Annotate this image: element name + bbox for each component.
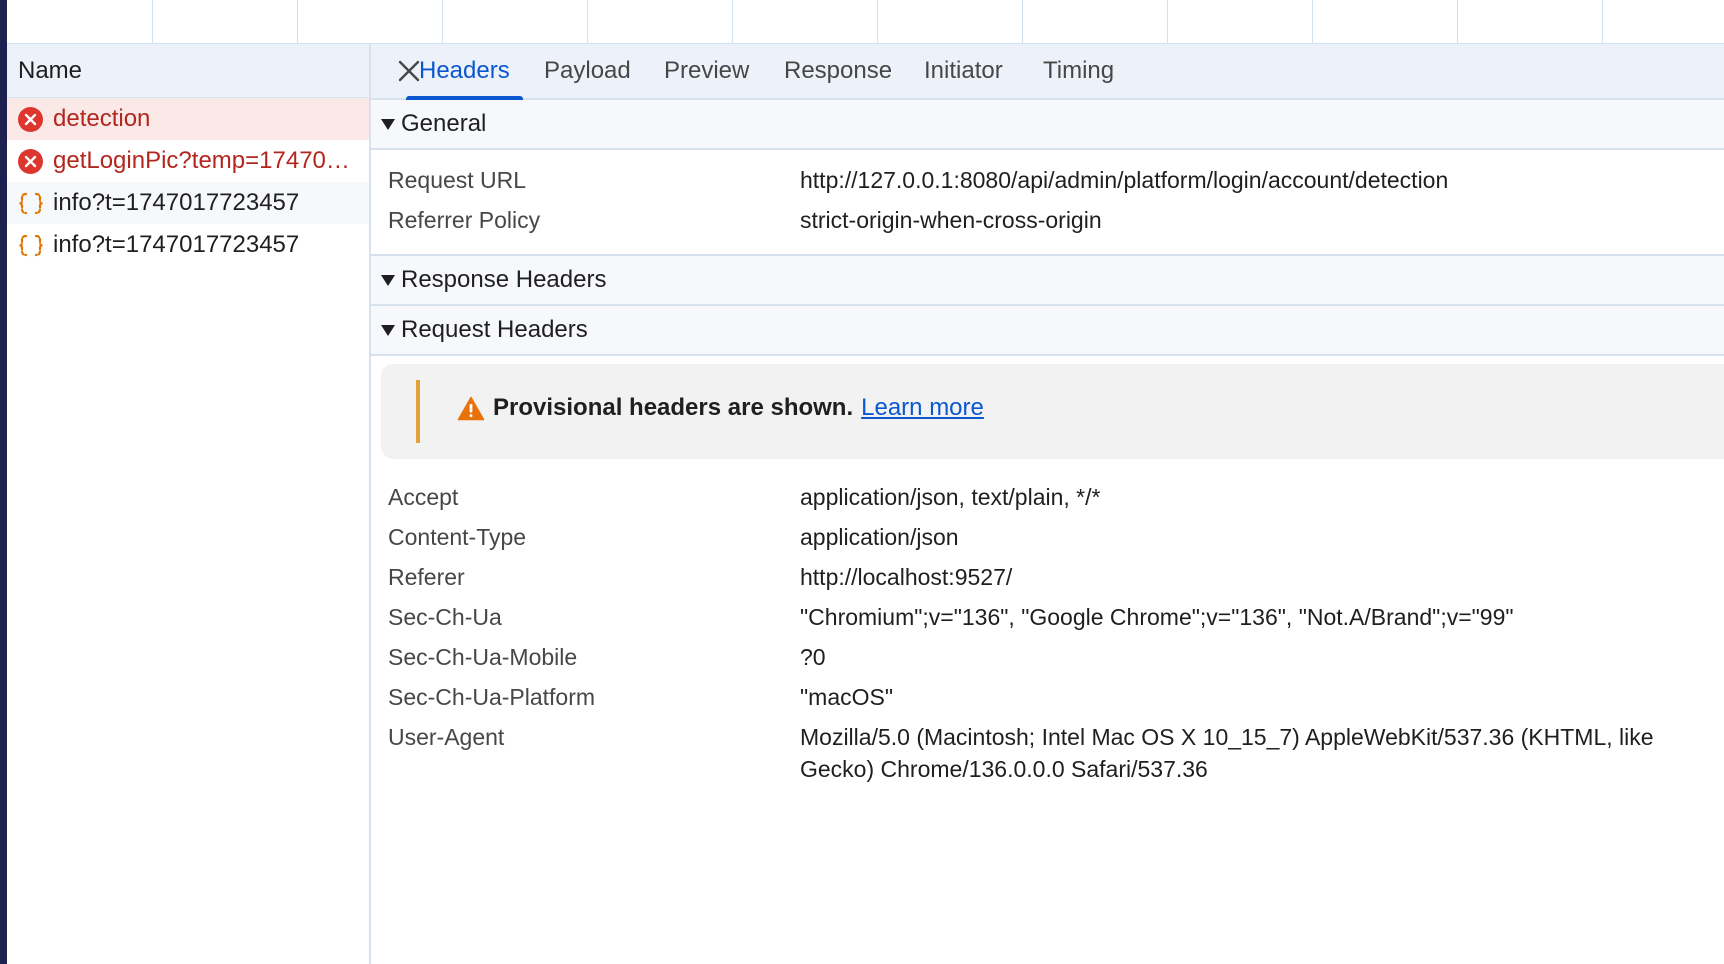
tab-response[interactable]: Response [771, 44, 905, 98]
header-value: http://127.0.0.1:8080/api/admin/platform… [800, 167, 1449, 193]
timeline-tick [587, 0, 588, 44]
header-value: application/json [800, 524, 959, 550]
header-value: ?0 [800, 644, 826, 670]
error-icon [18, 106, 43, 132]
header-row: Request URL http://127.0.0.1:8080/api/ad… [371, 164, 1724, 196]
section-title: General [401, 110, 487, 137]
tab-preview[interactable]: Preview [651, 44, 762, 98]
request-name: detection [53, 105, 151, 132]
name-column-label: Name [18, 56, 83, 84]
header-row: User-Agent Mozilla/5.0 (Macintosh; Intel… [371, 721, 1724, 785]
header-row: Sec-Ch-Ua "Chromium";v="136", "Google Ch… [371, 601, 1724, 633]
header-row: Content-Type application/json [371, 521, 1724, 553]
request-headers-list: Accept application/json, text/plain, */*… [371, 471, 1724, 785]
header-row: Referer http://localhost:9527/ [371, 561, 1724, 593]
header-key: Accept [388, 484, 459, 510]
timeline-tick [877, 0, 878, 44]
tab-initiator[interactable]: Initiator [911, 44, 1016, 98]
section-title: Request Headers [401, 316, 588, 343]
warning-accent-bar [416, 380, 420, 443]
timeline-tick [1312, 0, 1313, 44]
header-value: strict-origin-when-cross-origin [800, 207, 1102, 233]
header-value: http://localhost:9527/ [800, 564, 1013, 590]
tab-label: Payload [544, 57, 631, 84]
general-section: Request URL http://127.0.0.1:8080/api/ad… [371, 150, 1724, 256]
tab-label: Initiator [924, 57, 1003, 84]
network-timeline[interactable] [7, 0, 1724, 44]
tab-label: Timing [1043, 57, 1115, 84]
header-row: Referrer Policy strict-origin-when-cross… [371, 204, 1724, 236]
request-headers-section-toggle[interactable]: Request Headers [371, 306, 1724, 356]
header-key: Content-Type [388, 524, 527, 550]
timeline-tick [1022, 0, 1023, 44]
timeline-tick [297, 0, 298, 44]
tab-label: Headers [419, 57, 510, 84]
timeline-tick [1457, 0, 1458, 44]
section-title: Response Headers [401, 266, 607, 293]
request-details-pane: Headers Payload Preview Response Initiat… [371, 44, 1724, 964]
triangle-down-icon [381, 118, 395, 130]
warning-icon [457, 396, 485, 420]
header-key: Sec-Ch-Ua [388, 604, 502, 630]
header-key: User-Agent [388, 724, 505, 750]
header-key: Request URL [388, 167, 527, 193]
triangle-down-icon [381, 274, 395, 286]
tab-label: Response [784, 57, 893, 84]
request-row[interactable]: info?t=1747017723457 [7, 224, 369, 266]
response-headers-section-toggle[interactable]: Response Headers [371, 256, 1724, 306]
window-left-edge [0, 0, 7, 964]
request-name: getLoginPic?temp=1747017723457 [53, 147, 361, 174]
header-value: "Chromium";v="136", "Google Chrome";v="1… [800, 604, 1514, 630]
header-row: Sec-Ch-Ua-Platform "macOS" [371, 681, 1724, 713]
request-name: info?t=1747017723457 [53, 189, 300, 216]
name-column-header[interactable]: Name [7, 44, 369, 98]
tab-payload[interactable]: Payload [531, 44, 644, 98]
header-row: Sec-Ch-Ua-Mobile ?0 [371, 641, 1724, 673]
general-section-toggle[interactable]: General [371, 100, 1724, 150]
warning-text: Provisional headers are shown. [493, 394, 854, 421]
provisional-headers-warning: Provisional headers are shown. Learn mor… [381, 364, 1724, 459]
header-key: Referrer Policy [388, 207, 541, 233]
header-key: Sec-Ch-Ua-Mobile [388, 644, 578, 670]
timeline-tick [152, 0, 153, 44]
timeline-tick [442, 0, 443, 44]
request-row[interactable]: info?t=1747017723457 [7, 182, 369, 224]
header-value: application/json, text/plain, */* [800, 484, 1101, 510]
timeline-tick [1167, 0, 1168, 44]
learn-more-link[interactable]: Learn more [861, 394, 984, 422]
timeline-tick [732, 0, 733, 44]
request-list: Name detection getLoginPic?temp=17470177… [7, 44, 371, 964]
header-value: "macOS" [800, 684, 894, 710]
tab-timing[interactable]: Timing [1030, 44, 1127, 98]
json-icon [18, 233, 44, 258]
header-value: Mozilla/5.0 (Macintosh; Intel Mac OS X 1… [800, 724, 1654, 782]
details-tabbar: Headers Payload Preview Response Initiat… [371, 44, 1724, 100]
header-row: Accept application/json, text/plain, */* [371, 481, 1724, 513]
request-row[interactable]: detection [7, 98, 369, 140]
request-name: info?t=1747017723457 [53, 231, 300, 258]
request-row[interactable]: getLoginPic?temp=1747017723457 [7, 140, 369, 182]
tab-headers[interactable]: Headers [406, 44, 523, 100]
timeline-tick [1602, 0, 1603, 44]
triangle-down-icon [381, 324, 395, 336]
error-icon [18, 148, 43, 174]
tab-label: Preview [664, 57, 750, 84]
header-key: Sec-Ch-Ua-Platform [388, 684, 596, 710]
json-icon [18, 191, 44, 216]
header-key: Referer [388, 564, 465, 590]
